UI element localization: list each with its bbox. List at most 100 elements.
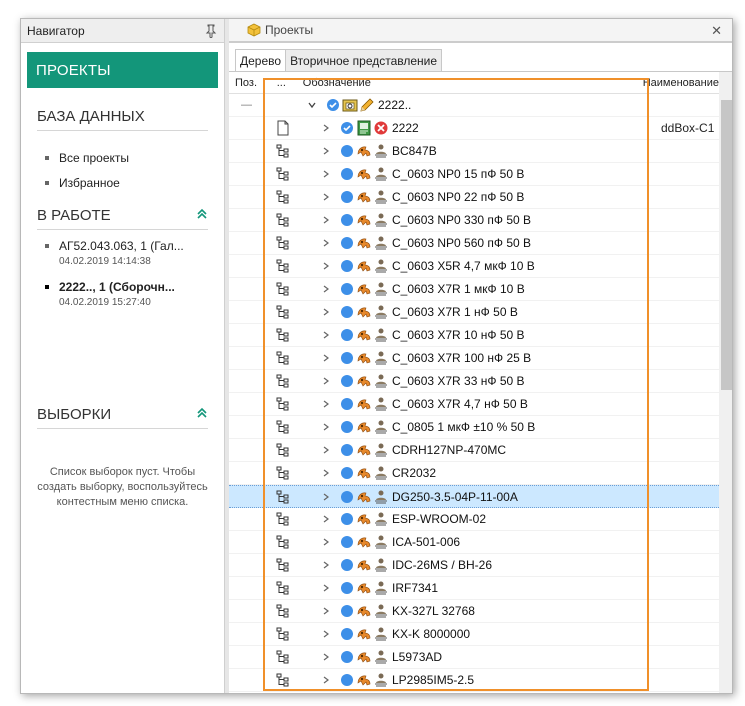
chevron-right-icon[interactable] xyxy=(319,259,333,273)
table-row[interactable]: CDRH127NP-470MC xyxy=(229,439,719,462)
cell-designation: C_0603 NP0 22 пФ 50 В xyxy=(299,189,655,205)
chevron-right-icon[interactable] xyxy=(319,627,333,641)
table-row[interactable]: C_0603 X7R 1 мкФ 10 В xyxy=(229,278,719,301)
scrollbar-thumb[interactable] xyxy=(721,100,732,390)
table-row[interactable]: BC847B xyxy=(229,140,719,163)
chevron-down-icon[interactable] xyxy=(305,98,319,112)
table-row[interactable]: C_0603 NP0 560 пФ 50 В xyxy=(229,232,719,255)
chevron-right-icon[interactable] xyxy=(319,121,333,135)
collapse-icon[interactable] xyxy=(196,407,208,422)
chevron-right-icon[interactable] xyxy=(319,558,333,572)
in-work-section-title: В РАБОТЕ xyxy=(37,205,208,225)
chevron-right-icon[interactable] xyxy=(319,420,333,434)
cell-type xyxy=(267,189,299,205)
column-header-pos[interactable]: Поз. xyxy=(229,77,266,89)
in-work-item[interactable]: АГ52.043.063, 1 (Гал... 04.02.2019 14:14:… xyxy=(45,238,224,267)
table-row[interactable]: C_0603 X7R 1 нФ 50 В xyxy=(229,301,719,324)
cell-designation: C_0603 X7R 10 нФ 50 В xyxy=(299,327,655,343)
table-row[interactable]: L5973AD xyxy=(229,646,719,669)
column-header-name[interactable]: Наименование xyxy=(641,77,719,89)
status-circle-icon xyxy=(339,442,355,458)
chevron-right-icon[interactable] xyxy=(319,535,333,549)
table-row[interactable]: DG250-3.5-04P-11-00A xyxy=(229,485,719,508)
close-icon[interactable]: ✕ xyxy=(711,23,722,39)
table-row[interactable]: — 2222.. xyxy=(229,94,719,117)
table-row[interactable]: C_0603 X5R 4,7 мкФ 10 В xyxy=(229,255,719,278)
structure-icon xyxy=(275,212,291,228)
tab-secondary-view[interactable]: Вторичное представление xyxy=(285,49,443,71)
vertical-scrollbar[interactable] xyxy=(719,72,732,693)
chevron-right-icon[interactable] xyxy=(319,305,333,319)
chevron-right-icon[interactable] xyxy=(319,167,333,181)
chevron-right-icon[interactable] xyxy=(319,490,333,504)
database-item[interactable]: Все проекты xyxy=(45,145,224,170)
cell-type xyxy=(267,373,299,389)
component-icon xyxy=(356,489,372,505)
status-circle-icon xyxy=(339,166,355,182)
cell-type xyxy=(267,304,299,320)
navigator-panel: Навигатор ПРОЕКТЫ БАЗА ДАННЫХ Все проект… xyxy=(21,19,225,693)
table-row[interactable]: C_0805 1 мкФ ±10 % 50 В xyxy=(229,416,719,439)
projects-button[interactable]: ПРОЕКТЫ xyxy=(27,52,218,88)
table-row[interactable]: C_0603 X7R 4,7 нФ 50 В xyxy=(229,393,719,416)
chevron-right-icon[interactable] xyxy=(319,673,333,687)
column-header-designation[interactable]: Обозначение xyxy=(297,77,641,89)
status-circle-icon xyxy=(339,373,355,389)
table-row[interactable]: ICA-501-006 xyxy=(229,531,719,554)
status-circle-icon xyxy=(339,189,355,205)
tab-tree[interactable]: Дерево xyxy=(235,49,287,71)
chevron-right-icon[interactable] xyxy=(319,236,333,250)
component-icon xyxy=(356,281,372,297)
pin-icon[interactable] xyxy=(204,24,218,39)
table-row[interactable]: CR2032 xyxy=(229,462,719,485)
in-work-item[interactable]: 2222.., 1 (Сборочн... 04.02.2019 15:27:40 xyxy=(45,279,224,308)
chevron-right-icon[interactable] xyxy=(319,374,333,388)
structure-icon xyxy=(275,327,291,343)
chevron-right-icon[interactable] xyxy=(319,512,333,526)
cell-designation: C_0603 X7R 1 нФ 50 В xyxy=(299,304,655,320)
chevron-right-icon[interactable] xyxy=(319,397,333,411)
chevron-right-icon[interactable] xyxy=(319,144,333,158)
tab-projects[interactable]: Проекты ✕ xyxy=(229,19,732,43)
chevron-right-icon[interactable] xyxy=(319,351,333,365)
chevron-right-icon[interactable] xyxy=(319,213,333,227)
database-item[interactable]: Избранное xyxy=(45,170,224,195)
status-circle-icon xyxy=(339,350,355,366)
chevron-right-icon[interactable] xyxy=(319,466,333,480)
chevron-right-icon[interactable] xyxy=(319,604,333,618)
cell-designation: C_0603 NP0 560 пФ 50 В xyxy=(299,235,655,251)
table-row[interactable]: KX-K 8000000 xyxy=(229,623,719,646)
collapse-icon[interactable] xyxy=(196,208,208,223)
table-row[interactable]: IDC-26MS / BH-26 xyxy=(229,554,719,577)
table-row[interactable]: IRF7341 xyxy=(229,577,719,600)
table-row[interactable]: C_0603 X7R 33 нФ 50 В xyxy=(229,370,719,393)
table-row[interactable]: ESP-WROOM-02 xyxy=(229,508,719,531)
table-row[interactable]: C_0603 NP0 15 пФ 50 В xyxy=(229,163,719,186)
chevron-right-icon[interactable] xyxy=(319,282,333,296)
chevron-right-icon[interactable] xyxy=(319,443,333,457)
chevron-right-icon[interactable] xyxy=(319,581,333,595)
row-label: C_0603 X7R 10 нФ 50 В xyxy=(392,328,525,342)
cell-type xyxy=(267,212,299,228)
table-row[interactable]: C_0603 X7R 100 нФ 25 В xyxy=(229,347,719,370)
table-row[interactable]: C_0603 NP0 330 пФ 50 В xyxy=(229,209,719,232)
row-label: ESP-WROOM-02 xyxy=(392,512,487,526)
table-row[interactable]: 2222 ddBox-C1 xyxy=(229,117,719,140)
table-row[interactable]: LP2985IM5-2.5 xyxy=(229,669,719,692)
person-icon xyxy=(373,396,389,412)
cell-type xyxy=(267,626,299,642)
component-icon xyxy=(356,327,372,343)
chevron-right-icon[interactable] xyxy=(319,328,333,342)
structure-icon xyxy=(275,672,291,688)
table-row[interactable]: KX-327L 32768 xyxy=(229,600,719,623)
table-row[interactable]: C_0603 X7R 10 нФ 50 В xyxy=(229,324,719,347)
navigator-title: Навигатор xyxy=(27,23,85,38)
table-row[interactable]: C_0603 NP0 22 пФ 50 В xyxy=(229,186,719,209)
structure-icon xyxy=(275,373,291,389)
bullet xyxy=(45,285,49,289)
status-circle-icon xyxy=(339,281,355,297)
chevron-right-icon[interactable] xyxy=(319,190,333,204)
column-header-dots[interactable]: ... xyxy=(266,77,297,89)
cell-type xyxy=(267,580,299,596)
chevron-right-icon[interactable] xyxy=(319,650,333,664)
